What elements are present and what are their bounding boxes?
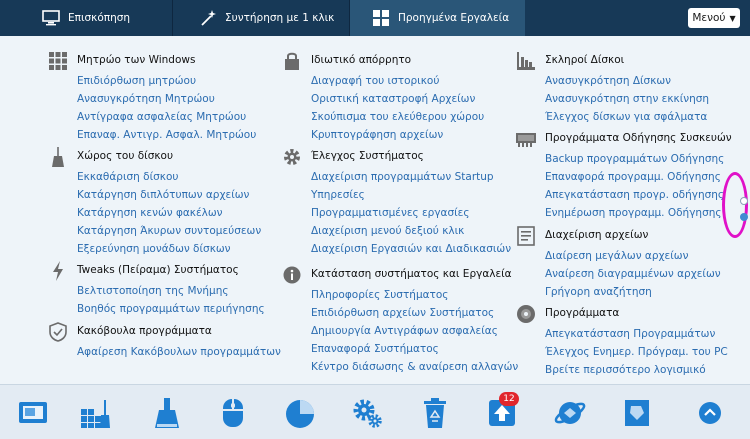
link-file-shredder[interactable]: Οριστική καταστροφή Αρχείων [311,90,484,108]
registry-clean-icon[interactable] [75,393,115,433]
lightning-icon [48,261,68,281]
link-driver-uninstall[interactable]: Απεγκατάσταση προγρ. οδήγησης [545,186,724,204]
link-check-program-updates[interactable]: Έλεγχος Ενημερ. Πρόγραμ. του PC [545,343,728,361]
link-find-more-software[interactable]: Βρείτε περισσότερο λογισμικό [545,361,728,379]
group-title: Σκληροί Δίσκοι [545,54,625,66]
tab-advanced-tools-label: Προηγμένα Εργαλεία [398,12,510,24]
page-dot-1[interactable] [740,197,748,205]
link-file-encryption[interactable]: Κρυπτογράφηση αρχείων [311,126,484,144]
mouse-icon[interactable] [213,393,253,433]
lock-icon [282,51,302,71]
top-navigation-bar: Επισκόπηση Συντήρηση με 1 κλικ Προηγμένα… [0,0,750,36]
link-remove-malware[interactable]: Αφαίρεση Κακόβουλων προγραμμάτων [77,343,281,361]
group-title: Ιδιωτικό απόρρητο [311,54,412,66]
link-disk-defrag[interactable]: Ανασυγκρότηση Δίσκων [545,72,709,90]
file-shredder-icon[interactable] [617,393,657,433]
broom-icon [48,147,68,167]
registry-grid-icon [48,51,68,71]
chevron-down-icon: ▼ [729,13,736,23]
link-memory-optimization[interactable]: Βελτιστοποίηση της Μνήμης [77,282,265,300]
highlight-circle [722,172,748,238]
link-registry-repair[interactable]: Επιδιόρθωση μητρώου [77,72,256,90]
disc-icon [516,304,536,324]
tab-one-click-maintenance-label: Συντήρηση με 1 κλικ [225,12,335,24]
link-wipe-free-space[interactable]: Σκούπισμα του ελεύθερου χώρου [311,108,484,126]
link-quick-search[interactable]: Γρήγορη αναζήτηση [545,283,721,301]
tab-advanced-tools[interactable]: Προηγμένα Εργαλεία [350,0,525,36]
link-startup-manager[interactable]: Διαχείριση προγραμμάτων Startup [311,168,511,186]
hard-disk-icon [516,51,536,71]
pie-chart-icon[interactable] [280,393,320,433]
group-title: Χώρος του δίσκου [77,150,174,162]
tab-overview[interactable]: Επισκόπηση [0,0,172,36]
shield-icon [48,322,68,342]
menu-button[interactable]: Μενού ▼ [688,8,740,28]
link-rescue-center[interactable]: Κέντρο διάσωσης & αναίρεση αλλαγών [311,358,518,376]
group-title: Κακόβουλα προγράμματα [77,325,212,337]
magic-wand-icon [199,9,217,27]
link-scheduled-tasks[interactable]: Προγραμματισμένες εργασίες [311,204,511,222]
link-empty-folders[interactable]: Κατάργηση κενών φακέλων [77,204,261,222]
link-system-information[interactable]: Πληροφορίες Συστήματος [311,286,518,304]
driver-chip-icon [516,129,536,149]
menu-button-label: Μενού [692,12,726,24]
group-title: Διαχείριση αρχείων [545,229,649,241]
link-check-disk-errors[interactable]: Έλεγχος δίσκων για σφάλματα [545,108,709,126]
group-title: Tweaks (Πείραμα) Συστήματος [77,264,239,276]
browser-icon[interactable] [550,393,590,433]
group-title: Μητρώο των Windows [77,54,196,66]
link-driver-backup[interactable]: Backup προγραμμάτων Οδήγησης [545,150,724,168]
recycle-bin-icon[interactable] [415,393,455,433]
link-process-manager[interactable]: Διαχείριση Εργασιών και Διαδικασιών [311,240,511,258]
page-dot-2-active[interactable] [740,213,748,221]
advanced-tools-panel: Μητρώο των Windows Επιδιόρθωση μητρώου Α… [0,36,750,384]
gears-icon[interactable] [347,393,387,433]
link-invalid-shortcuts[interactable]: Κατάργηση Άκυρων συντομεύσεων [77,222,261,240]
group-title: Κατάσταση συστήματος και Εργαλεία [311,268,512,280]
monitor-icon [42,9,60,27]
link-driver-restore[interactable]: Επαναφορά προγραμμ. Οδήγησης [545,168,724,186]
link-duplicate-files[interactable]: Κατάργηση διπλότυπων αρχείων [77,186,261,204]
link-clear-history[interactable]: Διαγραφή του ιστορικού [311,72,484,90]
info-icon [282,265,302,285]
tab-overview-label: Επισκόπηση [68,12,131,24]
grid-icon [372,9,390,27]
link-context-menu-manager[interactable]: Διαχείριση μενού δεξιού κλικ [311,222,511,240]
link-registry-defrag[interactable]: Ανασυγκρότηση Μητρώου [77,90,256,108]
file-manager-icon [516,226,536,246]
link-registry-restore[interactable]: Επαναφ. Αντιγρ. Ασφαλ. Μητρώου [77,126,256,144]
link-browser-assistant[interactable]: Βοηθός προγραμμάτων περιήγησης [77,300,265,318]
link-split-large-files[interactable]: Διαίρεση μεγάλων αρχείων [545,247,721,265]
link-services[interactable]: Υπηρεσίες [311,186,511,204]
link-registry-backup[interactable]: Αντίγραφα ασφαλείας Μητρώου [77,108,256,126]
link-system-restore[interactable]: Επαναφορά Συστήματος [311,340,518,358]
link-boot-defrag[interactable]: Ανασυγκρότηση στην εκκίνηση [545,90,709,108]
link-repair-system-files[interactable]: Επιδιόρθωση αρχείων Συστήματος [311,304,518,322]
update-count-badge: 12 [499,392,519,406]
gear-icon [282,147,302,167]
link-disk-cleanup[interactable]: Εκκαθάριση δίσκου [77,168,261,186]
disk-cleaner-icon[interactable] [147,393,187,433]
link-uninstall-programs[interactable]: Απεγκατάσταση Προγραμμάτων [545,325,728,343]
group-title: Έλεγχος Συστήματος [311,150,424,162]
group-title: Προγράμματα Οδήγησης Συσκευών [545,132,732,144]
group-title: Προγράμματα [545,307,620,319]
link-undelete-files[interactable]: Αναίρεση διαγραμμένων αρχείων [545,265,721,283]
scroll-up-icon[interactable] [690,393,730,433]
screen-icon[interactable] [13,393,53,433]
link-explore-drives[interactable]: Εξερεύνηση μονάδων δίσκων [77,240,261,258]
tab-one-click-maintenance[interactable]: Συντήρηση με 1 κλικ [172,0,350,36]
link-create-backups[interactable]: Δημιουργία Αντιγράφων ασφαλείας [311,322,518,340]
link-driver-update[interactable]: Ενημέρωση προγραμμ. Οδήγησης [545,204,724,222]
